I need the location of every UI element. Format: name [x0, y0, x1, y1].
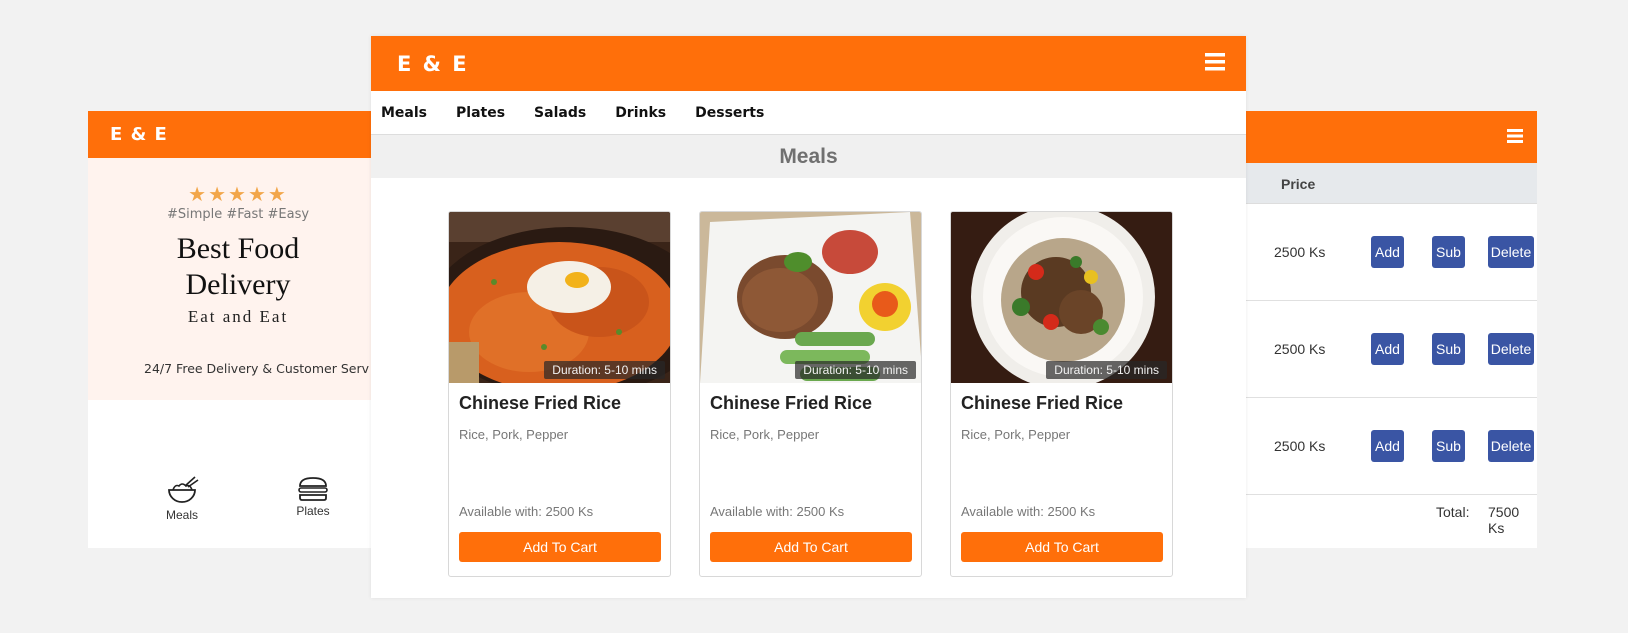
add-button[interactable]: Add — [1371, 236, 1404, 268]
delete-button[interactable]: Delete — [1488, 430, 1534, 462]
meal-card[interactable]: Duration: 5-10 mins Chinese Fried Rice R… — [950, 211, 1173, 577]
meal-name: Chinese Fried Rice — [459, 393, 622, 413]
menu-topbar: E & E — [371, 36, 1246, 91]
delete-button[interactable]: Delete — [1488, 333, 1534, 365]
cart-screen: Price 2500 Ks Add Sub Delete 2500 Ks Add… — [1240, 111, 1537, 548]
nav-item-drinks[interactable]: Drinks — [615, 105, 666, 121]
home-topbar: E & E — [88, 111, 388, 158]
sub-button[interactable]: Sub — [1432, 236, 1465, 268]
add-button[interactable]: Add — [1371, 333, 1404, 365]
burger-icon — [298, 477, 328, 501]
duration-badge: Duration: 5-10 mins — [1046, 361, 1167, 379]
meal-price: Available with: 2500 Ks — [710, 504, 845, 519]
cart-table-header: Price — [1240, 163, 1537, 204]
meal-price: Available with: 2500 Ks — [961, 504, 1096, 519]
meal-name: Chinese Fried Rice — [961, 393, 1124, 413]
add-to-cart-button[interactable]: Add To Cart — [459, 532, 661, 562]
section-title: Meals — [371, 135, 1246, 178]
hamburger-menu-icon[interactable] — [1205, 53, 1225, 71]
fried-rice-plate-image — [700, 212, 921, 383]
add-to-cart-button[interactable]: Add To Cart — [710, 532, 912, 562]
meal-card[interactable]: Duration: 5-10 mins Chinese Fried Rice R… — [699, 211, 922, 577]
meal-ingredients: Rice, Pork, Pepper — [459, 427, 569, 442]
brand-logo[interactable]: E & E — [397, 52, 469, 76]
pork-rice-bowl-image — [951, 212, 1172, 383]
hero-subtitle: Eat and Eat — [187, 307, 289, 326]
meal-ingredients: Rice, Pork, Pepper — [961, 427, 1071, 442]
hero-title: Best Food Delivery — [176, 232, 300, 301]
category-icons: Meals Plates — [88, 476, 388, 536]
cart-item-price: 2500 Ks — [1274, 244, 1326, 260]
cart-row: 2500 Ks Add Sub Delete — [1240, 301, 1537, 398]
add-to-cart-button[interactable]: Add To Cart — [961, 532, 1163, 562]
price-column-header: Price — [1281, 176, 1316, 192]
total-label: Total: — [1436, 504, 1470, 520]
rice-bowl-icon — [168, 476, 199, 503]
hero-section: ★★★★★ #Simple #Fast #Easy Best Food Deli… — [88, 158, 388, 400]
home-screen: E & E ★★★★★ #Simple #Fast #Easy Best Foo… — [88, 111, 388, 548]
cart-total: Total: 7500 Ks — [1240, 504, 1537, 536]
nav-item-plates[interactable]: Plates — [456, 105, 505, 121]
meal-photo: Duration: 5-10 mins — [449, 212, 670, 383]
brand-logo[interactable]: E & E — [110, 124, 168, 145]
rating-stars: ★★★★★ — [188, 184, 288, 206]
sub-button[interactable]: Sub — [1432, 430, 1465, 462]
duration-badge: Duration: 5-10 mins — [795, 361, 916, 379]
meal-name: Chinese Fried Rice — [710, 393, 873, 413]
cart-row: 2500 Ks Add Sub Delete — [1240, 398, 1537, 495]
nav-item-salads[interactable]: Salads — [534, 105, 586, 121]
category-label: Meals — [165, 508, 198, 522]
category-nav: Meals Plates Salads Drinks Desserts — [371, 91, 1246, 135]
hero-tags: #Simple #Fast #Easy — [166, 207, 310, 222]
hero-delivery-note: 24/7 Free Delivery & Customer Serv — [144, 361, 369, 376]
fried-rice-egg-image — [449, 212, 670, 383]
meal-price: Available with: 2500 Ks — [459, 504, 594, 519]
cart-row: 2500 Ks Add Sub Delete — [1240, 204, 1537, 301]
category-meals[interactable]: Meals — [152, 476, 212, 522]
nav-item-desserts[interactable]: Desserts — [695, 105, 764, 121]
category-plates[interactable]: Plates — [283, 476, 343, 518]
cart-item-price: 2500 Ks — [1274, 341, 1326, 357]
meal-ingredients: Rice, Pork, Pepper — [710, 427, 820, 442]
cart-item-price: 2500 Ks — [1274, 438, 1326, 454]
meal-photo: Duration: 5-10 mins — [951, 212, 1172, 383]
nav-item-meals[interactable]: Meals — [381, 105, 427, 121]
menu-screen: E & E Meals Plates Salads Drinks Dessert… — [371, 36, 1246, 598]
add-button[interactable]: Add — [1371, 430, 1404, 462]
hamburger-menu-icon[interactable] — [1507, 128, 1523, 144]
meal-card[interactable]: Duration: 5-10 mins Chinese Fried Rice R… — [448, 211, 671, 577]
sub-button[interactable]: Sub — [1432, 333, 1465, 365]
meal-photo: Duration: 5-10 mins — [700, 212, 921, 383]
category-label: Plates — [296, 504, 330, 518]
duration-badge: Duration: 5-10 mins — [544, 361, 665, 379]
cart-topbar — [1240, 111, 1537, 163]
total-value: 7500 Ks — [1488, 504, 1520, 536]
delete-button[interactable]: Delete — [1488, 236, 1534, 268]
